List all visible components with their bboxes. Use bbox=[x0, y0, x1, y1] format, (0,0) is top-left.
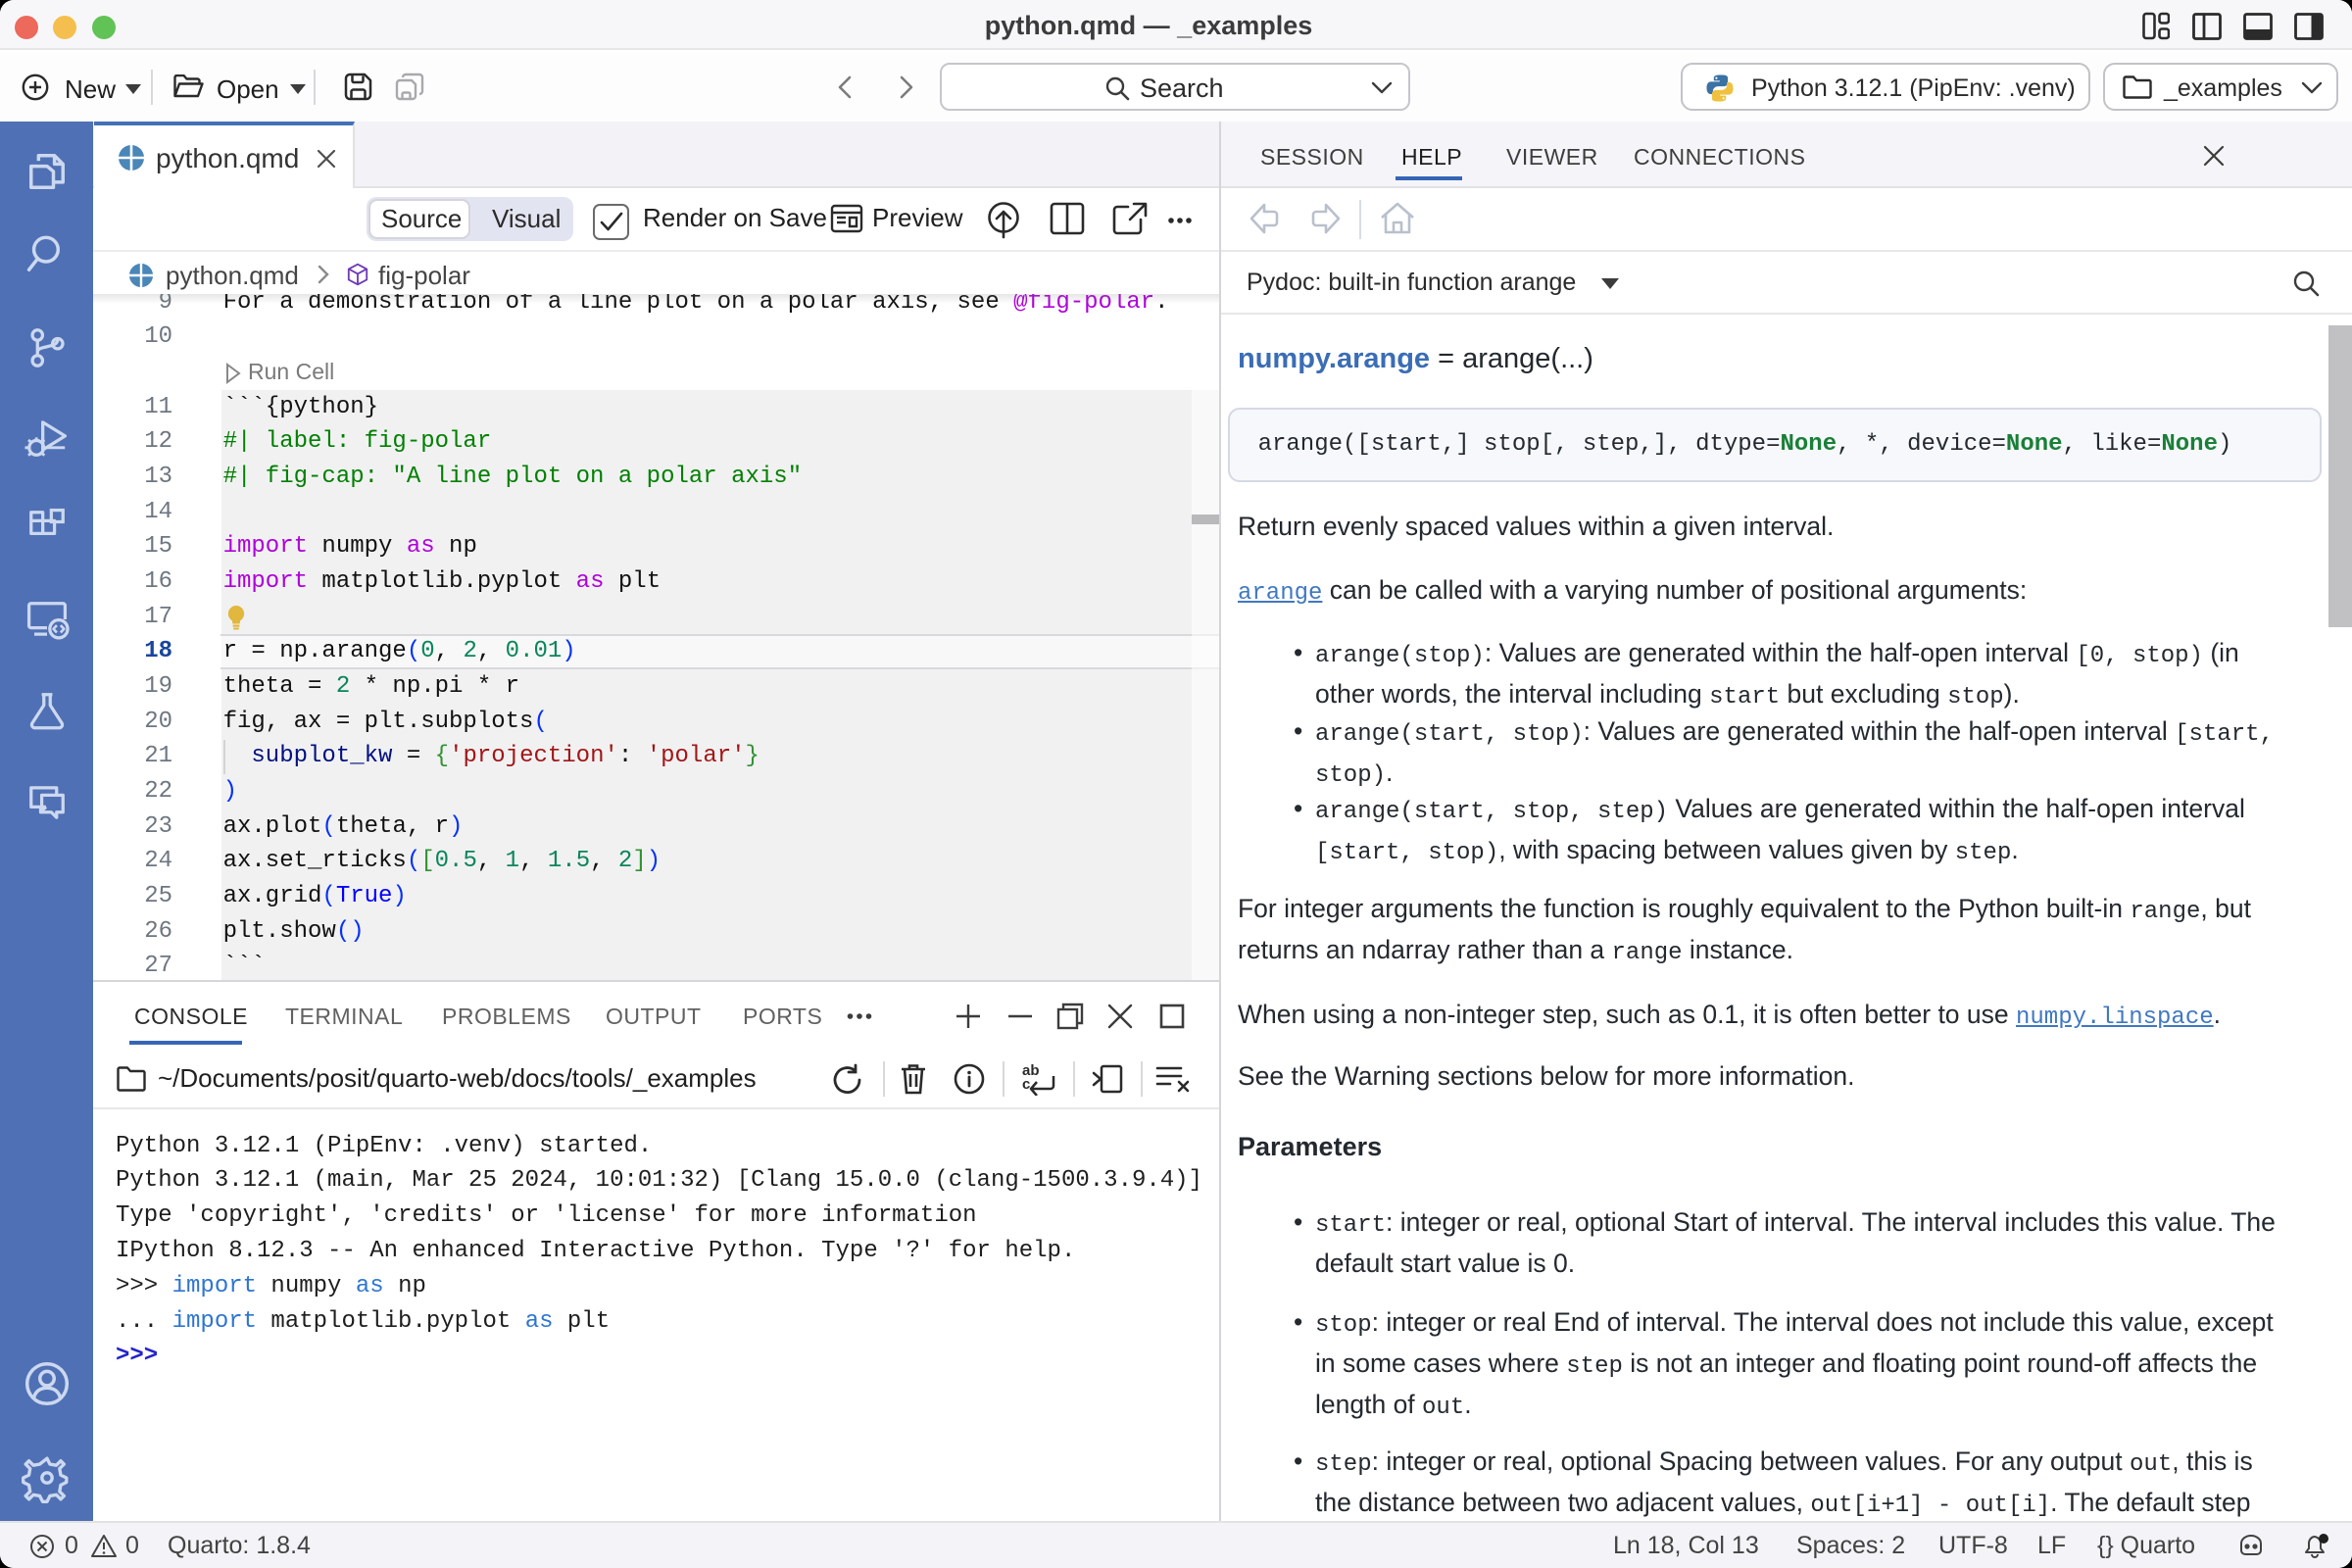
svg-text:c: c bbox=[1022, 1076, 1030, 1093]
